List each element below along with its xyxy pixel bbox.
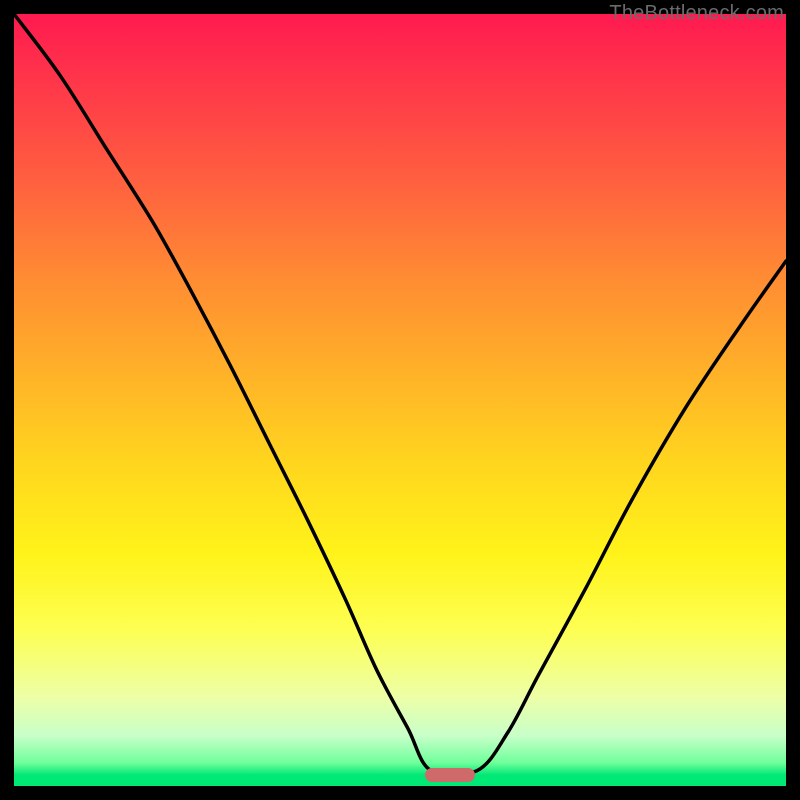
chart-container: TheBottleneck.com [0, 0, 800, 800]
plot-area [14, 14, 786, 786]
minimum-marker [425, 768, 475, 782]
bottleneck-curve [14, 14, 786, 786]
attribution-text: TheBottleneck.com [609, 2, 784, 25]
